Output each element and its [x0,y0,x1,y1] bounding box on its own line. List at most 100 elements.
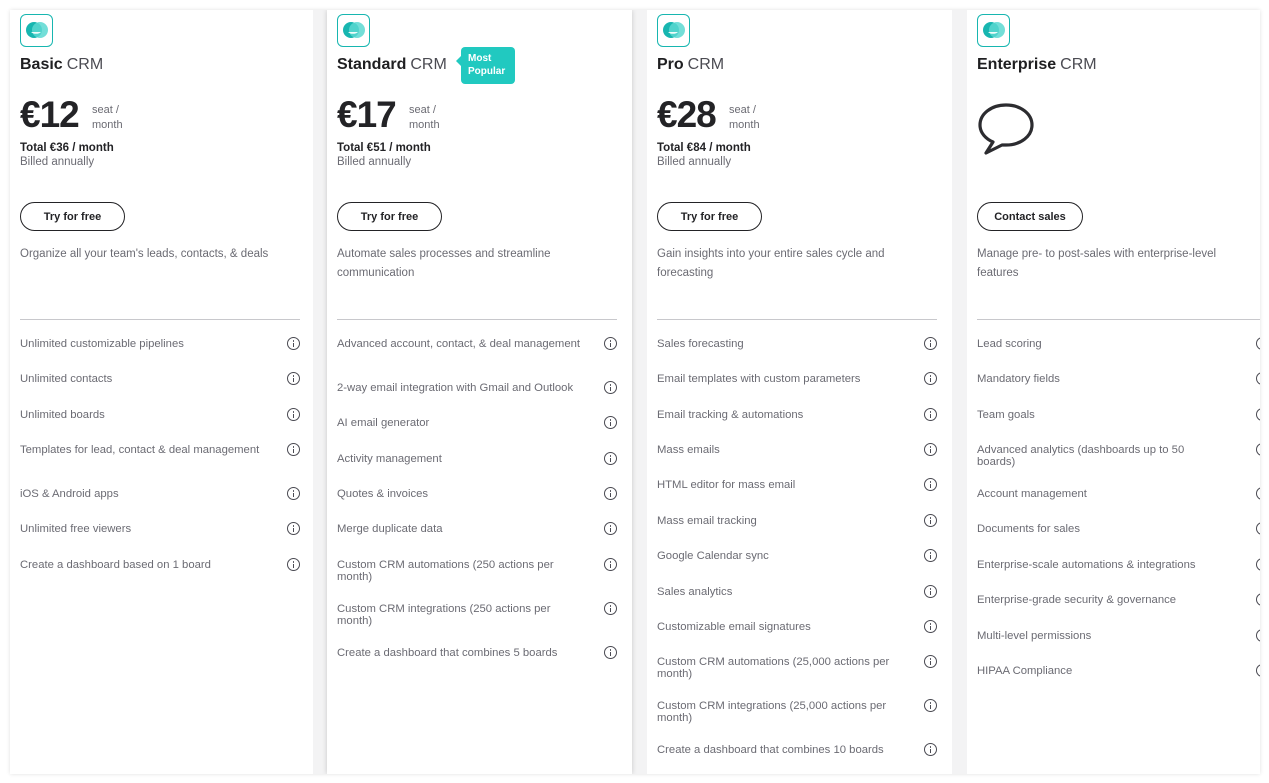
feature-item: Templates for lead, contact & deal manag… [20,443,302,456]
info-icon[interactable] [287,408,300,421]
info-icon[interactable] [287,522,300,535]
plan-title: Enterprise CRM [977,56,1097,73]
pricing-table: Basic CRM €12 seat / month Total €36 / mon… [10,10,1260,774]
divider [20,319,300,320]
price-unit: seat / month [409,104,440,131]
feature-item: Mass email tracking [657,514,939,527]
info-icon[interactable] [287,558,300,571]
info-icon[interactable] [604,522,617,535]
try-for-free-button[interactable]: Try for free [337,202,442,231]
divider [657,319,937,320]
info-icon[interactable] [604,381,617,394]
feature-item: Create a dashboard that combines 10 boar… [657,743,939,756]
info-icon[interactable] [924,443,937,456]
plan-card-pro: Pro CRM €28 seat / month Total €84 / month… [647,10,952,774]
info-icon[interactable] [604,646,617,659]
crm-logo-icon [657,14,690,47]
feature-item: Mass emails [657,443,939,456]
info-icon[interactable] [604,602,617,615]
contact-sales-button[interactable]: Contact sales [977,202,1083,231]
feature-item: AI email generator [337,416,619,429]
info-icon[interactable] [1256,629,1260,642]
feature-item: Google Calendar sync [657,549,939,562]
info-icon[interactable] [924,549,937,562]
billing-period: Billed annually [657,156,732,168]
info-icon[interactable] [287,337,300,350]
plan-price: €12 [20,94,80,135]
feature-item: Enterprise-grade security & governance [977,593,1260,606]
feature-item: Custom CRM integrations (250 actions per… [337,602,619,627]
info-icon[interactable] [287,443,300,456]
feature-item: Quotes & invoices [337,487,619,500]
price-unit: seat / month [92,104,123,131]
info-icon[interactable] [287,372,300,385]
plan-title: Standard CRM [337,56,447,73]
info-icon[interactable] [924,337,937,350]
feature-item: Create a dashboard based on 1 board [20,558,302,571]
feature-item: Advanced analytics (dashboards up to 50 … [977,443,1260,468]
feature-item: Activity management [337,452,619,465]
info-icon[interactable] [1256,593,1260,606]
info-icon[interactable] [924,699,937,712]
plan-card-standard: Standard CRM Most Popular €17 seat / month … [327,10,632,774]
feature-item: Sales forecasting [657,337,939,350]
info-icon[interactable] [924,585,937,598]
plan-title: Pro CRM [657,56,725,73]
feature-item: Unlimited contacts [20,372,302,385]
feature-item: Unlimited customizable pipelines [20,337,302,350]
info-icon[interactable] [924,408,937,421]
plan-description: Automate sales processes and streamline … [337,248,551,279]
plan-card-basic: Basic CRM €12 seat / month Total €36 / mon… [10,10,313,774]
feature-item: Account management [977,487,1260,500]
try-for-free-button[interactable]: Try for free [657,202,762,231]
feature-item: Custom CRM integrations (25,000 actions … [657,699,939,724]
info-icon[interactable] [1256,522,1260,535]
info-icon[interactable] [604,558,617,571]
info-icon[interactable] [1256,372,1260,385]
feature-item: HIPAA Compliance [977,664,1260,677]
plan-title: Basic CRM [20,56,104,73]
divider [337,319,617,320]
price-unit: seat / month [729,104,760,131]
feature-item: iOS & Android apps [20,487,302,500]
feature-item: Mandatory fields [977,372,1260,385]
info-icon[interactable] [604,416,617,429]
info-icon[interactable] [924,655,937,668]
divider [977,319,1260,320]
plan-description: Gain insights into your entire sales cyc… [657,248,885,279]
feature-item: Customizable email signatures [657,620,939,633]
feature-item: Team goals [977,408,1260,421]
info-icon[interactable] [287,487,300,500]
price-total: Total €51 / month [337,142,431,154]
feature-item: HTML editor for mass email [657,478,939,491]
feature-item: Enterprise-scale automations & integrati… [977,558,1260,571]
feature-item: Unlimited free viewers [20,522,302,535]
info-icon[interactable] [1256,443,1260,456]
info-icon[interactable] [924,743,937,756]
info-icon[interactable] [1256,337,1260,350]
feature-item: Create a dashboard that combines 5 board… [337,646,619,659]
feature-item: Sales analytics [657,585,939,598]
info-icon[interactable] [604,487,617,500]
info-icon[interactable] [604,337,617,350]
info-icon[interactable] [924,478,937,491]
plan-price: €17 [337,94,397,135]
feature-item: Lead scoring [977,337,1260,350]
feature-item: Unlimited boards [20,408,302,421]
try-for-free-button[interactable]: Try for free [20,202,125,231]
info-icon[interactable] [924,620,937,633]
info-icon[interactable] [924,372,937,385]
info-icon[interactable] [1256,558,1260,571]
info-icon[interactable] [1256,664,1260,677]
info-icon[interactable] [1256,408,1260,421]
price-total: Total €84 / month [657,142,751,154]
plan-description: Organize all your team's leads, contacts… [20,248,269,260]
feature-item: Multi-level permissions [977,629,1260,642]
feature-item: 2-way email integration with Gmail and O… [337,381,619,394]
plan-description: Manage pre- to post-sales with enterpris… [977,248,1217,279]
info-icon[interactable] [604,452,617,465]
crm-logo-icon [20,14,53,47]
info-icon[interactable] [924,514,937,527]
billing-period: Billed annually [20,156,95,168]
info-icon[interactable] [1256,487,1260,500]
